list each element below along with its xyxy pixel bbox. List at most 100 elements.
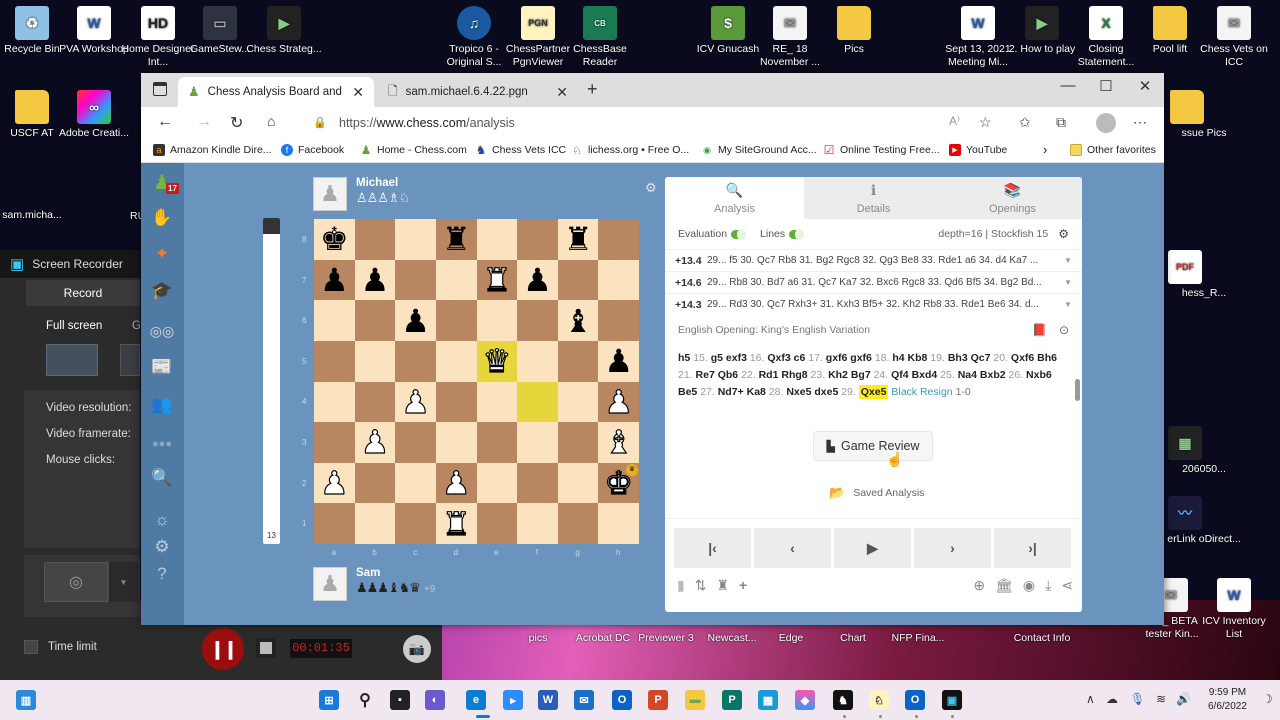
white-queen-piece[interactable]: ♛ — [482, 345, 512, 378]
tab-pgn-file[interactable]: 🗋 sam.michael.6.4.22.pgn ✕ — [378, 77, 578, 107]
square-f5[interactable] — [517, 340, 558, 382]
square-h5[interactable]: ♟ — [598, 340, 639, 382]
square-a8[interactable]: ♚ — [314, 219, 355, 260]
pgn-viewer-taskbar-icon[interactable]: ♘ — [869, 690, 889, 710]
edge-icon[interactable]: e — [466, 690, 486, 710]
stop-recording-button[interactable] — [256, 638, 276, 658]
minimize-button[interactable]: — — [1049, 77, 1087, 94]
chat-icon[interactable]: ◐ — [425, 690, 445, 710]
more-menu-icon[interactable]: ⋯ — [1133, 114, 1147, 131]
square-c5[interactable] — [395, 340, 436, 382]
black-king-piece[interactable]: ♚ — [320, 223, 349, 255]
square-f1[interactable] — [517, 503, 558, 544]
url-input[interactable]: https://www.chess.com/analysis — [339, 116, 515, 130]
notifications-icon[interactable]: ☽ — [1262, 692, 1273, 706]
move[interactable]: gxf6 — [850, 352, 872, 364]
square-a4[interactable] — [314, 381, 355, 423]
square-h1[interactable] — [598, 503, 639, 544]
square-e8[interactable] — [476, 219, 518, 260]
play-button[interactable]: ▶ — [834, 528, 911, 568]
move[interactable]: Rhg8 — [781, 369, 807, 381]
white-pawn-piece[interactable]: ♟ — [604, 385, 634, 418]
square-e5[interactable]: ♛ — [476, 340, 518, 382]
last-move-button[interactable]: ›| — [994, 528, 1071, 568]
expand-line-icon[interactable]: ▼ — [1064, 256, 1072, 265]
square-d3[interactable] — [435, 422, 477, 463]
desktop-icon-sam-michael[interactable]: sam.micha... — [0, 172, 70, 222]
recorder-tab-record[interactable]: Record — [26, 280, 140, 306]
move[interactable]: Qxf6 — [1011, 352, 1034, 364]
square-f7[interactable]: ♟ — [517, 259, 558, 301]
move-list-scrollbar[interactable] — [1075, 379, 1080, 401]
move[interactable]: Be5 — [678, 386, 697, 398]
nav-theme[interactable]: ☼ — [151, 509, 173, 531]
square-g8[interactable]: ♜ — [557, 219, 599, 260]
square-h7[interactable] — [598, 259, 639, 301]
square-a2[interactable]: ♟ — [314, 462, 355, 504]
favorites-overflow-button[interactable]: › — [1043, 142, 1047, 157]
forward-button[interactable]: → — [196, 113, 212, 131]
fav-chess-vets-icc[interactable]: ♞ Chess Vets ICC — [475, 143, 567, 157]
time-limit-option[interactable]: Time limit — [24, 640, 97, 654]
square-g7[interactable] — [557, 259, 599, 301]
move[interactable]: Bh3 — [948, 352, 968, 364]
fav-siteground[interactable]: ◉ My SiteGround Acc... — [701, 144, 817, 156]
close-tab-icon[interactable]: ✕ — [556, 84, 568, 101]
square-e3[interactable] — [476, 422, 518, 463]
square-g4[interactable] — [557, 381, 599, 423]
move[interactable]: Re7 — [696, 369, 715, 381]
nav-settings[interactable]: ⚙ — [151, 536, 173, 558]
engine-line[interactable]: +14.3 29... Rd3 30. Qc7 Rxh3+ 31. Kxh3 Bf… — [665, 293, 1082, 315]
square-c6[interactable]: ♟ — [395, 300, 436, 341]
webcam-button[interactable]: ◎ — [44, 562, 108, 602]
mail-icon[interactable]: ✉ — [574, 690, 594, 710]
square-c1[interactable] — [395, 503, 436, 544]
clock[interactable]: 9:59 PM 6/6/2022 — [1208, 686, 1247, 714]
move[interactable]: gxf6 — [826, 352, 848, 364]
microphone-icon[interactable]: 🎙 — [1130, 692, 1145, 706]
desktop-icon-chessbase[interactable]: CB ChessBase Reader — [562, 6, 638, 69]
move[interactable]: dxe5 — [814, 386, 838, 398]
desktop-icon-adobe-cc[interactable]: ∞ Adobe Creati... — [56, 90, 132, 140]
compass-icon[interactable]: ⊙ — [1059, 323, 1069, 337]
current-move[interactable]: Qxe5 — [858, 385, 889, 399]
square-f8[interactable] — [517, 219, 558, 260]
white-pawn-piece[interactable]: ♟ — [441, 466, 471, 499]
search-icon[interactable]: ⚲ — [355, 690, 375, 710]
desktop-icon-pics[interactable]: Pics — [816, 6, 892, 56]
square-f2[interactable] — [517, 462, 558, 504]
paint-icon[interactable]: ◆ — [795, 690, 815, 710]
square-c8[interactable] — [395, 219, 436, 260]
black-pawn-piece[interactable]: ♟ — [523, 264, 552, 296]
webcam-dropdown[interactable]: ▼ — [108, 562, 138, 602]
move[interactable]: Qf4 — [891, 369, 909, 381]
square-b3[interactable]: ♟ — [354, 422, 396, 463]
square-h6[interactable] — [598, 300, 639, 341]
favorites-icon[interactable]: ✩ — [1019, 114, 1031, 131]
player-avatar[interactable]: ♟ — [313, 567, 347, 601]
desktop-icon-contact-info[interactable]: Contact Info — [1004, 632, 1080, 645]
saved-analysis-link[interactable]: 📂 Saved Analysis — [829, 485, 924, 501]
desktop-icon-previewer[interactable]: Previewer 3 — [628, 632, 704, 645]
nav-news[interactable]: 📰 — [151, 356, 173, 378]
word-icon[interactable]: W — [538, 690, 558, 710]
powerpoint-icon[interactable]: P — [648, 690, 668, 710]
publisher-icon[interactable]: P — [722, 690, 742, 710]
game-mode-button[interactable] — [120, 344, 140, 376]
square-d1[interactable]: ♜ — [435, 503, 477, 544]
engine-line[interactable]: +13.4 29... f5 30. Qc7 Rb8 31. Bg2 Rgc8 3… — [665, 249, 1082, 271]
square-a6[interactable] — [314, 300, 355, 341]
move[interactable]: g5 — [711, 352, 723, 364]
flip-board-icon[interactable]: ⇅ — [695, 577, 707, 594]
move[interactable]: h4 — [892, 352, 904, 364]
square-c4[interactable]: ♟ — [395, 381, 436, 423]
fav-lichess[interactable]: ♘ lichess.org • Free O... — [571, 144, 689, 157]
move[interactable]: Qb6 — [718, 369, 738, 381]
move[interactable]: Bg7 — [851, 369, 871, 381]
first-move-button[interactable]: |‹ — [674, 528, 751, 568]
desktop-icon-video-206050[interactable]: ▦ 206050... — [1166, 426, 1242, 476]
engine-settings-icon[interactable]: ⚙ — [1058, 227, 1069, 241]
expand-line-icon[interactable]: ▼ — [1064, 278, 1072, 287]
recorder-mode-fullscreen[interactable]: Full screen — [46, 320, 102, 332]
engine-line[interactable]: +14.6 29... Rb8 30. Bd7 a6 31. Qc7 Ka7 32… — [665, 271, 1082, 293]
